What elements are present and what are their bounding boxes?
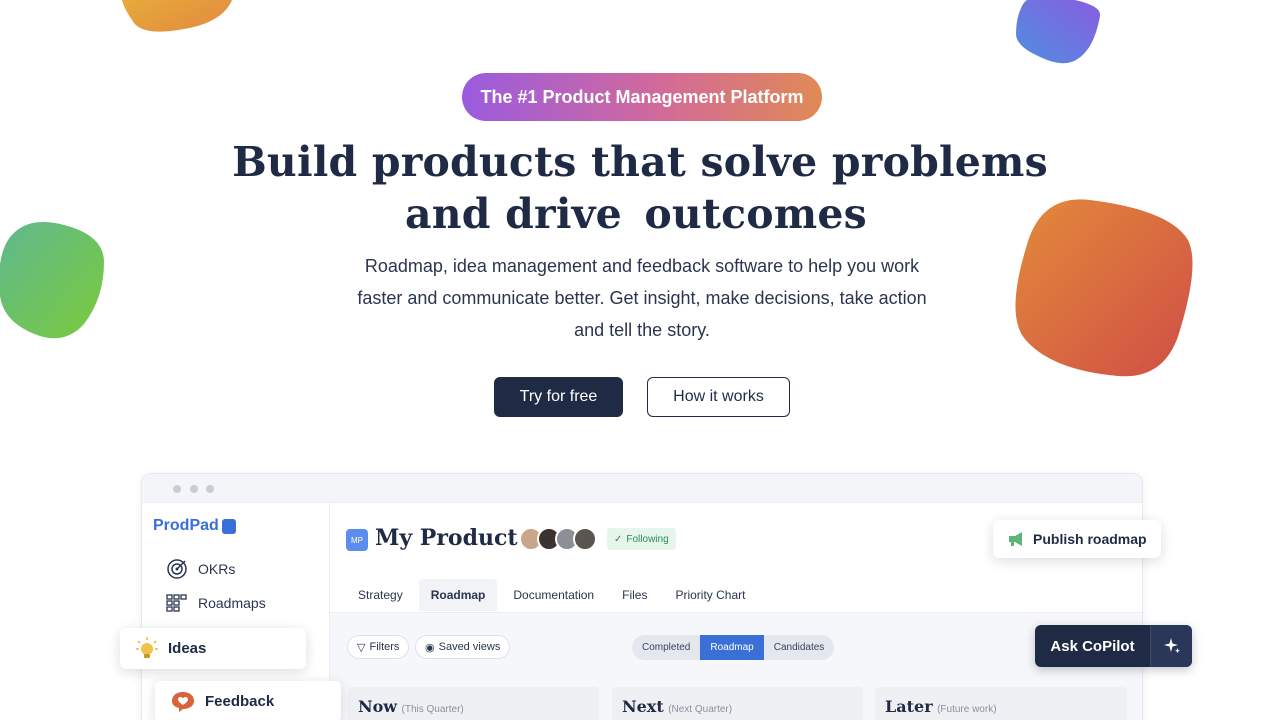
lightbulb-icon [136, 636, 158, 658]
logo-text: ProdPad [153, 517, 219, 534]
logo-mark-icon [221, 518, 236, 534]
product-title: My Product [375, 525, 518, 551]
orange-blob-top-left [122, 0, 232, 32]
headline-line-1: Build products that solve problems [232, 138, 1048, 186]
headline-highlight: outcomes [636, 188, 875, 240]
publish-roadmap-button[interactable]: Publish roadmap [993, 520, 1161, 558]
column-title: Next [622, 697, 664, 716]
column-title: Later [885, 697, 933, 716]
ideas-callout[interactable]: Ideas [120, 628, 306, 669]
roadmap-column-later: Later (Future work) [875, 687, 1127, 720]
publish-roadmap-label: Publish roadmap [1033, 531, 1147, 547]
tab-files[interactable]: Files [610, 579, 659, 611]
grid-icon [166, 594, 187, 612]
sidebar-item-okrs[interactable]: OKRs [166, 558, 235, 580]
tab-roadmap[interactable]: Roadmap [418, 579, 498, 611]
feedback-label: Feedback [205, 693, 275, 710]
window-dot [173, 485, 181, 493]
window-titlebar [142, 474, 1142, 503]
how-it-works-button[interactable]: How it works [647, 377, 790, 417]
roadmap-column-next: Next (Next Quarter) [612, 687, 863, 720]
tab-priority-chart[interactable]: Priority Chart [663, 579, 757, 611]
feedback-heart-icon [172, 691, 194, 712]
purple-blob-top-right [1016, 0, 1101, 64]
try-for-free-button[interactable]: Try for free [494, 377, 623, 417]
filters-label: Filters [369, 641, 400, 653]
hero-subtitle: Roadmap, idea management and feedback so… [357, 256, 927, 340]
tab-documentation[interactable]: Documentation [501, 579, 606, 611]
prodpad-logo[interactable]: ProdPad [153, 517, 236, 535]
sparkle-icon [1150, 625, 1192, 667]
team-avatars[interactable] [519, 527, 597, 551]
column-title: Now [358, 697, 398, 716]
column-subtitle: (Future work) [937, 704, 997, 715]
column-subtitle: (This Quarter) [401, 704, 464, 715]
segment-roadmap[interactable]: Roadmap [700, 635, 764, 660]
tab-strategy[interactable]: Strategy [346, 579, 415, 611]
product-badge: MP [346, 529, 368, 551]
check-icon: ✓ [614, 533, 623, 545]
target-icon [167, 559, 187, 579]
ideas-label: Ideas [168, 640, 207, 657]
sidebar-item-label: OKRs [198, 561, 236, 577]
view-segmented-control: Completed Roadmap Candidates [632, 635, 835, 660]
roadmap-column-now: Now (This Quarter) [348, 687, 599, 720]
megaphone-icon [1009, 532, 1022, 546]
ask-copilot-label: Ask CoPilot [1050, 637, 1135, 655]
platform-badge: The #1 Product Management Platform [462, 73, 822, 121]
column-subtitle: (Next Quarter) [668, 704, 733, 715]
window-dot [206, 485, 214, 493]
saved-views-button[interactable]: ◉ Saved views [415, 635, 511, 659]
feedback-callout[interactable]: Feedback [155, 681, 341, 720]
filters-button[interactable]: ▽ Filters [347, 635, 410, 659]
following-badge[interactable]: ✓ Following [607, 528, 676, 550]
window-dot [190, 485, 198, 493]
saved-views-label: Saved views [438, 641, 501, 653]
following-label: Following [626, 533, 669, 545]
headline-line-2-prefix: and drive [405, 190, 622, 238]
sidebar-item-label: Roadmaps [198, 595, 266, 611]
eye-icon: ◉ [425, 641, 435, 654]
segment-candidates[interactable]: Candidates [764, 635, 835, 660]
product-tabs: Strategy Roadmap Documentation Files Pri… [346, 579, 757, 611]
filter-icon: ▽ [357, 641, 366, 654]
roadmap-board: ▽ Filters ◉ Saved views Completed Roadma… [330, 612, 1142, 720]
headline-highlight-text: outcomes [644, 190, 867, 238]
ask-copilot-button[interactable]: Ask CoPilot [1035, 625, 1192, 667]
hero-headline: Build products that solve problems and d… [0, 136, 1280, 240]
avatar [573, 527, 597, 551]
segment-completed[interactable]: Completed [632, 635, 700, 660]
sidebar-item-roadmaps[interactable]: Roadmaps [166, 594, 266, 612]
